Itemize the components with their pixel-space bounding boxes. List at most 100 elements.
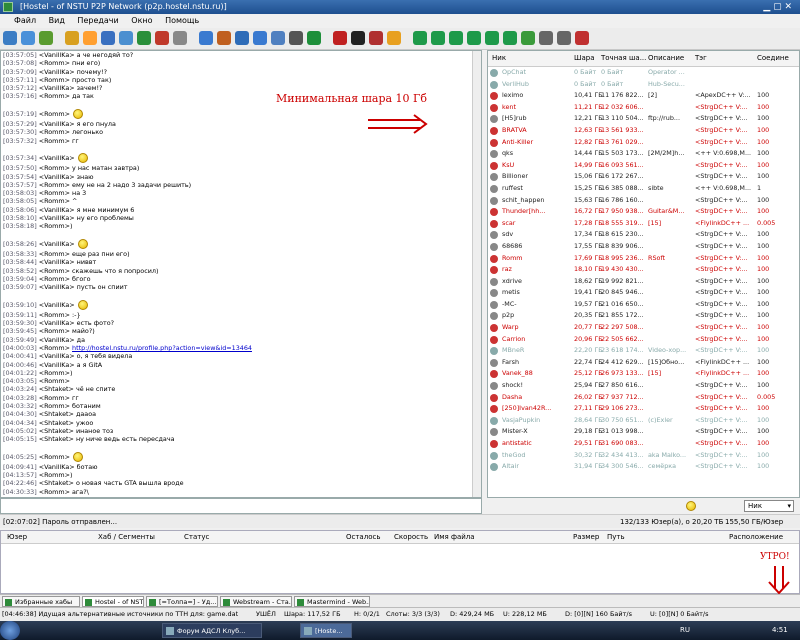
tcol-status[interactable]: Статус	[184, 531, 209, 544]
network-stats-icon[interactable]	[307, 31, 321, 45]
user-row[interactable]: Dasha 26,02 ГБ 27 937 712... <StrgDC++ V:..…	[488, 392, 799, 404]
flash-icon[interactable]	[387, 31, 401, 45]
user-row[interactable]: theGod 30,32 ГБ 32 434 413... aka Malko... <…	[488, 450, 799, 462]
chat-nick[interactable]: <Romm>	[39, 453, 70, 461]
chat-nick[interactable]: <Romm>	[39, 181, 70, 189]
public-hubs-icon[interactable]	[65, 31, 79, 45]
chat-nick[interactable]: <VanillKa>	[39, 154, 75, 162]
chat-nick[interactable]: <Romm>	[39, 222, 70, 230]
tcol-size[interactable]: Размер	[573, 531, 599, 544]
tab-hostel[interactable]: Hostel - of NSTU...	[82, 596, 144, 607]
language-indicator[interactable]: RU	[680, 621, 690, 640]
user-row[interactable]: kent 11,21 ГБ 12 032 606... <StrgDC++ V:...…	[488, 102, 799, 114]
chat-nick[interactable]: <VanillKa>	[39, 319, 75, 327]
user-row[interactable]: Vanek_88 25,12 ГБ 26 973 133... [15] <Flylin…	[488, 368, 799, 380]
chat-nick[interactable]: <Romm>	[39, 471, 70, 479]
away-icon[interactable]	[351, 31, 365, 45]
favorites-icon[interactable]	[83, 31, 97, 45]
tcol-location[interactable]: Расположение	[729, 531, 783, 544]
nick-select[interactable]: Ник ▾	[744, 500, 794, 512]
user-row[interactable]: ruffest 15,25 ГБ 16 385 088... sibte <++ V:0…	[488, 183, 799, 195]
tab-tolpa[interactable]: [=Толпа=] - Уд...	[146, 596, 218, 607]
user-row[interactable]: xdrive 18,62 ГБ 19 992 821... <StrgDC++ V:.…	[488, 276, 799, 288]
follow-icon[interactable]	[39, 31, 53, 45]
chat-nick[interactable]: <VanillKa>	[39, 283, 75, 291]
finished-icon[interactable]	[137, 31, 151, 45]
chat-nick[interactable]: <Romm>	[39, 137, 70, 145]
user-row[interactable]: Anti-Killer 12,82 ГБ 13 761 029... <StrgDC+…	[488, 137, 799, 149]
media-play-icon[interactable]	[431, 31, 445, 45]
user-row[interactable]: leximo 10,41 ГБ 11 176 822... [2] <ApexDC++ …	[488, 90, 799, 102]
chat-nick[interactable]: <Romm>	[39, 92, 70, 100]
tcol-filename[interactable]: Имя файла	[434, 531, 475, 544]
menu-view[interactable]: Вид	[49, 16, 65, 25]
chat-nick[interactable]: <VanillKa>	[39, 258, 75, 266]
chat-nick[interactable]: <Shtaket>	[39, 410, 74, 418]
chat-nick[interactable]: <VanillKa>	[39, 352, 75, 360]
user-row[interactable]: Billioner 15,06 ГБ 16 172 267... <StrgDC++ …	[488, 171, 799, 183]
tcol-user[interactable]: Юзер	[7, 531, 27, 544]
chat-nick[interactable]: <Romm>	[39, 344, 70, 352]
taskbar-item-hostel[interactable]: [Hoste...	[300, 623, 352, 638]
media-prev-icon[interactable]	[413, 31, 427, 45]
reconnect-icon[interactable]	[21, 31, 35, 45]
user-row[interactable]: OpChat 0 Байт 0 Байт Operator ...	[488, 67, 799, 79]
user-row[interactable]: 68686 17,55 ГБ 18 839 906... <StrgDC++ V:..…	[488, 241, 799, 253]
user-row[interactable]: VasjaPupkin 28,64 ГБ 30 750 651... (c)Exler…	[488, 415, 799, 427]
chat-nick[interactable]: <VanillKa>	[39, 301, 75, 309]
adl-search-icon[interactable]	[217, 31, 231, 45]
chat-nick[interactable]: <Romm>	[39, 189, 70, 197]
chat-nick[interactable]: <Romm>	[39, 267, 70, 275]
chat-nick[interactable]: <Shtaket>	[39, 479, 74, 487]
col-description[interactable]: Описание	[648, 54, 684, 62]
chat-nick[interactable]: <VanillKa>	[39, 463, 75, 471]
user-row[interactable]: [H5]rub 12,21 ГБ 13 110 504... ftp://rub...…	[488, 113, 799, 125]
tcol-path[interactable]: Путь	[607, 531, 625, 544]
chat-nick[interactable]: <VanillKa>	[39, 336, 75, 344]
user-row[interactable]: metis 19,41 ГБ 20 845 946... <StrgDC++ V:..…	[488, 287, 799, 299]
chat-nick[interactable]: <Romm>	[39, 250, 70, 258]
chat-nick[interactable]: <VanillKa>	[39, 120, 75, 128]
chat-nick[interactable]: <VanillKa>	[39, 361, 75, 369]
chat-nick[interactable]: <Romm>	[39, 128, 70, 136]
chat-nick[interactable]: <Shtaket>	[39, 435, 74, 443]
user-row[interactable]: Romm 17,69 ГБ 18 995 236... RSoft <StrgDC++ …	[488, 253, 799, 265]
user-row[interactable]: BRATVA 12,63 ГБ 13 561 933... <StrgDC++ V:.…	[488, 125, 799, 137]
user-row[interactable]: VerliHub 0 Байт 0 Байт Hub-Secu...	[488, 79, 799, 91]
chat-nick[interactable]: <VanillKa>	[39, 214, 75, 222]
user-row[interactable]: Thunder[hh... 16,72 ГБ 17 950 938... Guitar…	[488, 206, 799, 218]
user-row[interactable]: schit_happen 15,63 ГБ 16 786 160... <StrgDC…	[488, 195, 799, 207]
chat-nick[interactable]: <Shtaket>	[39, 427, 74, 435]
shutdown-icon[interactable]	[369, 31, 383, 45]
user-row[interactable]: qks 14,44 ГБ 15 503 173... [2M/2M]h... <++ V…	[488, 148, 799, 160]
col-connection[interactable]: Соедине	[757, 54, 789, 62]
chat-nick[interactable]: <Romm>	[39, 275, 70, 283]
chat-nick[interactable]: <Romm>	[39, 59, 70, 67]
tab-webstream[interactable]: Webstream - Ста...	[220, 596, 292, 607]
user-row[interactable]: Farsh 22,74 ГБ 24 412 629... [15]Обно... <Fl…	[488, 357, 799, 369]
upload-queue-icon[interactable]	[173, 31, 187, 45]
col-tag[interactable]: Тэг	[695, 54, 707, 62]
chat-input[interactable]	[0, 498, 482, 514]
search-icon[interactable]	[199, 31, 213, 45]
clock[interactable]: 4:51	[772, 621, 788, 640]
user-row[interactable]: KsU 14,99 ГБ 16 093 561... <StrgDC++ V:... 1…	[488, 160, 799, 172]
close-icon[interactable]	[575, 31, 589, 45]
col-share[interactable]: Шара	[574, 54, 595, 62]
tcol-speed[interactable]: Скорость	[394, 531, 428, 544]
tth-icon[interactable]	[253, 31, 267, 45]
chat-nick[interactable]: <Romm>	[39, 311, 70, 319]
user-row[interactable]: MBneR 22,20 ГБ 23 618 174... Video-хор... <S…	[488, 345, 799, 357]
col-nick[interactable]: Ник	[492, 54, 506, 62]
chat-link[interactable]: http://hostel.nstu.ru/profile.php?action…	[72, 344, 252, 352]
user-row[interactable]: [250]Ivan42R... 27,11 ГБ 29 106 273... <Str…	[488, 403, 799, 415]
col-exact-share[interactable]: Точная ша...	[601, 54, 646, 62]
chat-nick[interactable]: <Romm>	[39, 369, 70, 377]
chat-nick[interactable]: <VanillKa>	[39, 68, 75, 76]
chat-nick[interactable]: <Romm>	[39, 164, 70, 172]
chat-nick[interactable]: <Romm>	[39, 110, 70, 118]
user-row[interactable]: sdv 17,34 ГБ 18 615 230... <StrgDC++ V:... 1…	[488, 229, 799, 241]
chat-nick[interactable]: <Romm>	[39, 377, 70, 385]
queue-icon[interactable]	[119, 31, 133, 45]
add-icon[interactable]	[503, 31, 517, 45]
